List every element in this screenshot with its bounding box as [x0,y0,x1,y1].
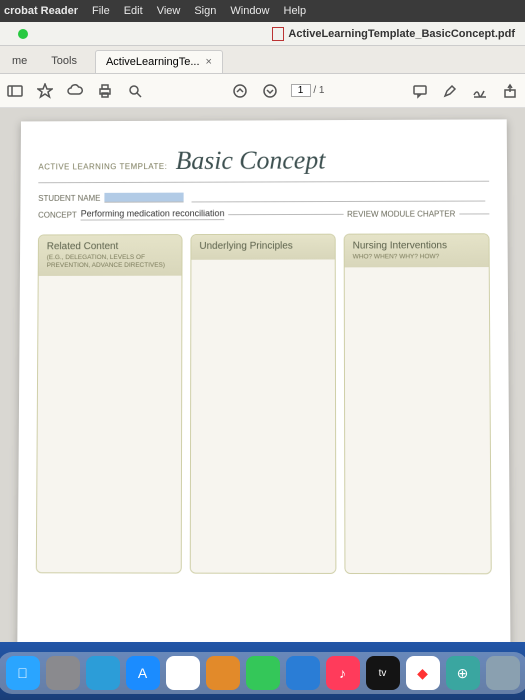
cloud-icon[interactable] [66,82,84,100]
menu-window[interactable]: Window [230,5,269,17]
column-related-content: Related Content (E.G., DELEGATION, LEVEL… [35,234,182,574]
pdf-icon [272,27,284,41]
review-module-label: REVIEW MODULE CHAPTER [347,209,455,218]
column-underlying-principles: Underlying Principles [189,234,336,574]
macos-menubar: crobat Reader File Edit View Sign Window… [0,0,525,22]
column-subtitle: WHO? WHEN? WHY? HOW? [352,253,480,261]
menu-help[interactable]: Help [284,5,307,17]
page-down-icon[interactable] [261,82,279,100]
dock-app-safari[interactable] [86,656,120,690]
student-name-label: STUDENT NAME [38,193,100,202]
document-viewport[interactable]: ACTIVE LEARNING TEMPLATE: Basic Concept … [0,108,525,642]
page-up-icon[interactable] [231,82,249,100]
document-tabbar: me Tools ActiveLearningTe... × [0,46,525,74]
menu-file[interactable]: File [92,5,110,17]
star-icon[interactable] [36,82,54,100]
dock-app-browser[interactable] [286,656,320,690]
dock-app-finder[interactable]: 􀀀 [6,656,40,690]
dock-app-tv[interactable]: tv [366,656,400,690]
menu-view[interactable]: View [157,5,181,17]
dock-app-appstore[interactable]: A [126,656,160,690]
dock-app-shortcuts[interactable]: ◆ [406,656,440,690]
page-indicator: / 1 [291,84,325,97]
close-icon[interactable]: × [206,56,212,68]
menu-edit[interactable]: Edit [124,5,143,17]
pdf-page: ACTIVE LEARNING TEMPLATE: Basic Concept … [16,119,510,642]
tab-active-document[interactable]: ActiveLearningTe... × [95,50,223,73]
dock-app-other[interactable] [486,656,520,690]
dock-app-mail[interactable] [206,656,240,690]
macos-dock: 􀀀 A ✿ ♪ tv ◆ ⊕ [0,652,525,694]
template-title: Basic Concept [175,146,325,175]
column-nursing-interventions: Nursing Interventions WHO? WHEN? WHY? HO… [343,233,491,574]
pdf-toolbar: / 1 [0,74,525,108]
dock-app-messages[interactable] [246,656,280,690]
highlight-icon[interactable] [441,82,459,100]
concept-row: CONCEPT Performing medication reconcilia… [38,207,489,220]
nav-tools[interactable]: Tools [39,49,89,73]
concept-label: CONCEPT [38,210,77,219]
page-total: 1 [319,85,325,96]
nav-home[interactable]: me [0,49,39,73]
student-name-value [104,193,183,203]
comment-icon[interactable] [411,82,429,100]
column-title: Underlying Principles [199,241,326,252]
page-current-input[interactable] [291,84,311,97]
concept-value: Performing medication reconciliation [80,208,224,220]
menu-sign[interactable]: Sign [194,5,216,17]
student-name-row: STUDENT NAME [38,192,489,203]
traffic-light-green[interactable] [18,29,28,39]
column-subtitle: (E.G., DELEGATION, LEVELS OF PREVENTION,… [46,254,173,270]
content-columns: Related Content (E.G., DELEGATION, LEVEL… [35,233,491,574]
sign-icon[interactable] [471,82,489,100]
desktop-strip: 􀀀 A ✿ ♪ tv ◆ ⊕ [0,642,525,700]
column-title: Related Content [46,241,173,252]
tab-label: ActiveLearningTe... [106,56,200,68]
share-icon[interactable] [501,82,519,100]
search-icon[interactable] [126,82,144,100]
window-titlebar: ActiveLearningTemplate_BasicConcept.pdf [0,22,525,46]
dock-app-music[interactable]: ♪ [326,656,360,690]
dock-app-launchpad[interactable] [46,656,80,690]
template-prefix: ACTIVE LEARNING TEMPLATE: [38,162,167,171]
dock-app-settings[interactable]: ⊕ [446,656,480,690]
sidebar-toggle-icon[interactable] [6,82,24,100]
dock-app-photos[interactable]: ✿ [166,656,200,690]
print-icon[interactable] [96,82,114,100]
window-filename: ActiveLearningTemplate_BasicConcept.pdf [288,28,515,40]
column-title: Nursing Interventions [352,240,480,251]
app-name: crobat Reader [4,5,78,17]
